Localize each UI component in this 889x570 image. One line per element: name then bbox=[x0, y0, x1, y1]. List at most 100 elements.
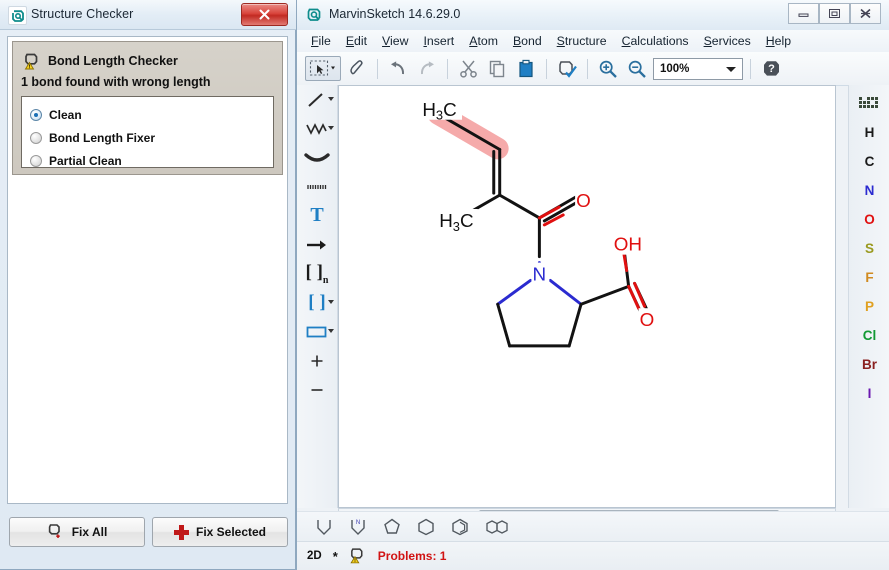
radio-indicator-partial-clean[interactable] bbox=[30, 155, 42, 167]
minimize-button[interactable] bbox=[788, 3, 819, 24]
menu-insert[interactable]: Insert bbox=[416, 32, 461, 50]
element-palette: H C N O S F P Cl Br I bbox=[848, 85, 889, 508]
cyclopentadiene-template-button[interactable] bbox=[311, 515, 337, 539]
structure-checker-close-button[interactable] bbox=[241, 3, 288, 26]
zoom-in-button[interactable] bbox=[595, 56, 621, 81]
chevron-down-icon[interactable] bbox=[328, 300, 334, 304]
increase-charge-tool[interactable] bbox=[297, 346, 337, 375]
radio-indicator-clean[interactable] bbox=[30, 109, 42, 121]
benzene-template-button[interactable] bbox=[447, 515, 473, 539]
molecule-canvas[interactable]: H3C H3C O N OH O bbox=[338, 85, 836, 508]
problems-status[interactable]: Problems: 1 bbox=[378, 549, 447, 563]
fix-selected-button[interactable]: Fix Selected bbox=[152, 517, 288, 547]
element-label-i: I bbox=[868, 386, 872, 401]
text-tool[interactable]: T bbox=[297, 201, 337, 230]
chevron-down-icon[interactable] bbox=[328, 329, 334, 333]
radio-option-bond-length-fixer[interactable]: Bond Length Fixer bbox=[30, 126, 273, 149]
menu-atom[interactable]: Atom bbox=[462, 32, 505, 50]
redo-button[interactable] bbox=[414, 56, 440, 81]
element-button-br[interactable]: Br bbox=[849, 350, 889, 379]
text-tool-icon: T bbox=[310, 204, 323, 227]
cyclopentane-template-button[interactable] bbox=[379, 515, 405, 539]
naphthalene-template-icon bbox=[482, 517, 514, 537]
menu-help[interactable]: Help bbox=[759, 32, 798, 50]
radio-indicator-bond-length-fixer[interactable] bbox=[30, 132, 42, 144]
ring-template-bar: N bbox=[297, 511, 889, 542]
decrease-charge-tool[interactable] bbox=[297, 375, 337, 404]
selection-tool-button[interactable] bbox=[305, 56, 341, 81]
element-button-c[interactable]: C bbox=[849, 147, 889, 176]
chevron-down-icon bbox=[726, 67, 736, 72]
dotted-bond-tool[interactable] bbox=[297, 172, 337, 201]
paste-icon bbox=[517, 59, 536, 78]
cyclohexane-template-button[interactable] bbox=[413, 515, 439, 539]
menu-bond[interactable]: Bond bbox=[506, 32, 549, 50]
element-button-n[interactable]: N bbox=[849, 176, 889, 205]
bracket-repeat-icon: [ ]n bbox=[306, 262, 329, 286]
chevron-down-icon[interactable] bbox=[328, 126, 334, 130]
curved-arc-tool[interactable] bbox=[297, 143, 337, 172]
menubar: File Edit View Insert Atom Bond Structur… bbox=[297, 30, 889, 53]
element-button-f[interactable]: F bbox=[849, 263, 889, 292]
element-button-o[interactable]: O bbox=[849, 205, 889, 234]
copy-icon bbox=[488, 59, 507, 78]
menu-view[interactable]: View bbox=[375, 32, 415, 50]
structure-checker-button[interactable] bbox=[554, 56, 580, 81]
toolbar-separator bbox=[750, 59, 751, 79]
element-label-f: F bbox=[865, 270, 873, 285]
cut-button[interactable] bbox=[455, 56, 481, 81]
menu-services[interactable]: Services bbox=[697, 32, 758, 50]
element-button-h[interactable]: H bbox=[849, 118, 889, 147]
close-button[interactable] bbox=[850, 3, 881, 24]
rectangle-tool[interactable] bbox=[297, 317, 337, 346]
single-bond-tool[interactable] bbox=[297, 85, 337, 114]
bracket-repeat-tool[interactable]: [ ]n bbox=[297, 259, 337, 288]
help-button[interactable]: ? bbox=[758, 56, 784, 81]
periodic-table-button[interactable] bbox=[849, 89, 889, 118]
chain-tool[interactable] bbox=[297, 114, 337, 143]
reaction-arrow-tool[interactable] bbox=[297, 230, 337, 259]
minus-charge-icon bbox=[309, 382, 325, 398]
radio-option-clean[interactable]: Clean bbox=[30, 103, 273, 126]
dimension-indicator: 2D bbox=[307, 550, 322, 562]
pyrrole-template-button[interactable]: N bbox=[345, 515, 371, 539]
atom-label-o-ketone: O bbox=[576, 190, 591, 211]
menu-calculations[interactable]: Calculations bbox=[615, 32, 696, 50]
element-button-cl[interactable]: Cl bbox=[849, 321, 889, 350]
zoom-out-icon bbox=[627, 59, 647, 79]
chevron-down-icon[interactable] bbox=[328, 97, 334, 101]
zoom-out-button[interactable] bbox=[624, 56, 650, 81]
menu-edit[interactable]: Edit bbox=[339, 32, 374, 50]
radio-option-partial-clean[interactable]: Partial Clean bbox=[30, 149, 273, 172]
eraser-button[interactable] bbox=[344, 56, 370, 81]
bond-length-checker-header: Bond Length Checker bbox=[23, 52, 178, 70]
fix-all-button[interactable]: Fix All bbox=[9, 517, 145, 547]
paste-button[interactable] bbox=[513, 56, 539, 81]
toolbar-separator bbox=[447, 59, 448, 79]
element-button-s[interactable]: S bbox=[849, 234, 889, 263]
cyclopentadiene-template-icon bbox=[314, 517, 334, 537]
atom-label-o-acid: O bbox=[640, 309, 655, 330]
status-bar: 2D * Problems: 1 bbox=[297, 541, 889, 570]
molecule-drawing: H3C H3C O N OH O bbox=[339, 86, 835, 507]
zoom-level-combobox[interactable]: 100% bbox=[653, 58, 743, 80]
zoom-level-value: 100% bbox=[660, 63, 689, 75]
menu-structure[interactable]: Structure bbox=[550, 32, 614, 50]
svg-text:N: N bbox=[356, 520, 360, 526]
copy-button[interactable] bbox=[484, 56, 510, 81]
undo-button[interactable] bbox=[385, 56, 411, 81]
maximize-button[interactable] bbox=[819, 3, 850, 24]
element-button-p[interactable]: P bbox=[849, 292, 889, 321]
marvinsketch-titlebar: MarvinSketch 14.6.29.0 bbox=[297, 0, 889, 31]
structure-checker-warning-icon[interactable] bbox=[349, 547, 367, 565]
menu-file[interactable]: File bbox=[304, 32, 338, 50]
selection-tool-icon bbox=[309, 59, 337, 78]
plus-icon bbox=[174, 525, 189, 540]
structure-checker-footer: Fix All Fix Selected bbox=[7, 513, 288, 553]
element-button-i[interactable]: I bbox=[849, 379, 889, 408]
bracket-tool[interactable]: [ ] bbox=[297, 288, 337, 317]
rectangle-icon bbox=[305, 325, 329, 339]
naphthalene-template-button[interactable] bbox=[481, 515, 515, 539]
cyclopentane-template-icon bbox=[382, 517, 402, 537]
radio-label-bond-length-fixer: Bond Length Fixer bbox=[49, 131, 155, 145]
